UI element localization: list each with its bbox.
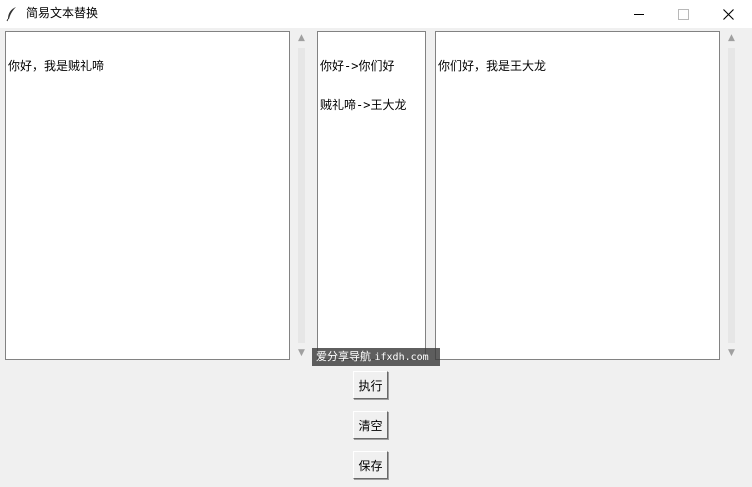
- source-text-area[interactable]: 你好，我是贼礼啼: [5, 31, 290, 360]
- source-scrollbar[interactable]: ▲ ▼: [293, 30, 310, 361]
- maximize-icon: [677, 8, 689, 20]
- source-text-line: 你好，我是贼礼啼: [8, 59, 105, 73]
- minimize-button[interactable]: [616, 0, 662, 28]
- scroll-down-icon[interactable]: ▼: [293, 346, 310, 360]
- result-text-line: 你们好，我是王大龙: [438, 59, 547, 73]
- replace-rules-area[interactable]: 你好->你们好 贼礼啼->王大龙: [317, 31, 426, 360]
- watermark-url: ifxdh.com: [374, 352, 429, 363]
- window-title: 简易文本替换: [26, 6, 99, 20]
- scrollbar-track[interactable]: [728, 48, 735, 343]
- rule-line: 贼礼啼->王大龙: [320, 98, 407, 112]
- app-window: 简易文本替换 你好，我是贼礼啼 ▲ ▼ 你好->你们好 贼礼啼->王大龙 你们好…: [0, 0, 752, 487]
- watermark: 爱分享导航 ifxdh.com: [312, 348, 440, 366]
- feather-icon: [5, 6, 19, 22]
- save-button[interactable]: 保存: [353, 451, 388, 479]
- title-bar[interactable]: 简易文本替换: [0, 0, 752, 28]
- rule-line: 你好->你们好: [320, 59, 395, 73]
- result-text-area[interactable]: 你们好，我是王大龙: [435, 31, 720, 360]
- watermark-text: 爱分享导航: [316, 350, 371, 363]
- maximize-button[interactable]: [660, 0, 706, 28]
- scroll-down-icon[interactable]: ▼: [723, 346, 740, 360]
- scroll-up-icon[interactable]: ▲: [723, 31, 740, 45]
- scrollbar-track[interactable]: [298, 48, 305, 343]
- close-button[interactable]: [705, 0, 751, 28]
- clear-button[interactable]: 清空: [353, 411, 388, 439]
- result-scrollbar[interactable]: ▲ ▼: [723, 30, 740, 361]
- minimize-icon: [634, 13, 644, 15]
- scroll-up-icon[interactable]: ▲: [293, 31, 310, 45]
- execute-button[interactable]: 执行: [353, 371, 388, 399]
- close-icon: [722, 5, 734, 24]
